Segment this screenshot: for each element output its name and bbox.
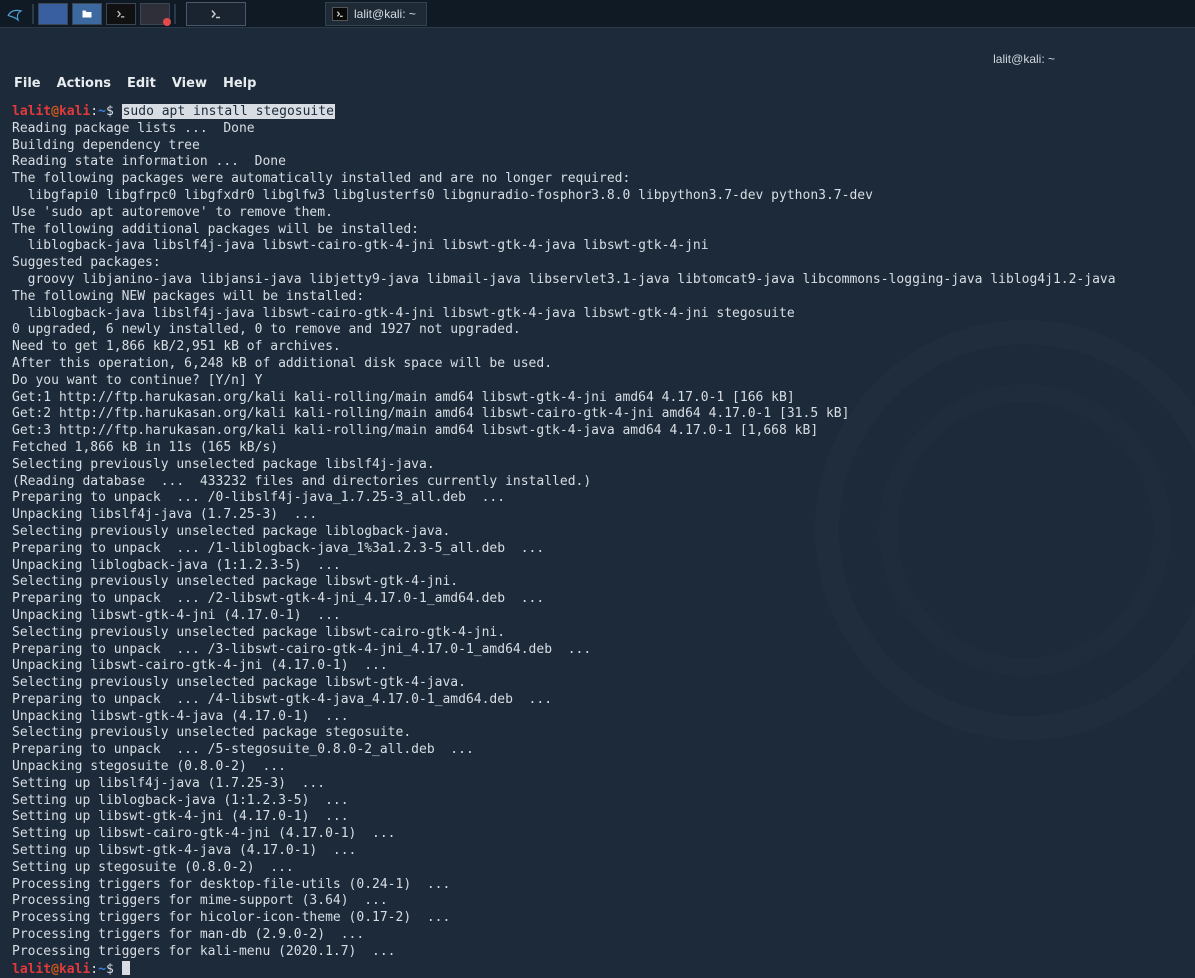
- panel-separator: [32, 4, 34, 24]
- prompt-at: @: [51, 104, 59, 119]
- entered-command: sudo apt install stegosuite: [122, 104, 335, 119]
- taskbar-item-workspace[interactable]: [140, 3, 170, 25]
- menu-help[interactable]: Help: [223, 76, 256, 91]
- prompt2-dollar: $: [106, 962, 114, 977]
- prompt2-sep: :: [90, 962, 98, 977]
- prompt2-path: ~: [98, 962, 106, 977]
- prompt-sep: :: [90, 104, 98, 119]
- prompt-user: lalit: [12, 104, 51, 119]
- kali-menu-icon[interactable]: [0, 0, 30, 28]
- taskbar-window-button[interactable]: lalit@kali: ~: [325, 2, 427, 26]
- menu-actions[interactable]: Actions: [57, 76, 111, 91]
- terminal-output: Reading package lists ... Done Building …: [12, 121, 1116, 959]
- panel-left-group: [0, 0, 250, 27]
- menu-file[interactable]: File: [14, 76, 41, 91]
- prompt-host: kali: [59, 104, 90, 119]
- prompt2-user: lalit: [12, 962, 51, 977]
- terminal-cursor: [122, 961, 130, 975]
- taskbar-window-label: lalit@kali: ~: [354, 7, 416, 21]
- menu-edit[interactable]: Edit: [127, 76, 156, 91]
- taskbar-active-terminal[interactable]: [186, 2, 246, 26]
- prompt2-at: @: [51, 962, 59, 977]
- terminal-viewport[interactable]: lalit@kali:~$ sudo apt install stegosuit…: [12, 104, 1183, 978]
- taskbar-item-terminal[interactable]: [106, 3, 136, 25]
- menu-view[interactable]: View: [172, 76, 207, 91]
- prompt2-host: kali: [59, 962, 90, 977]
- taskbar-item-1[interactable]: [38, 3, 68, 25]
- window-title: lalit@kali: ~: [993, 52, 1055, 66]
- prompt-dollar: $: [106, 104, 114, 119]
- terminal-icon: [332, 7, 348, 21]
- terminal-menubar: File Actions Edit View Help: [14, 76, 256, 91]
- panel-separator-2: [174, 4, 176, 24]
- prompt-path: ~: [98, 104, 106, 119]
- taskbar-item-files[interactable]: [72, 3, 102, 25]
- system-panel: lalit@kali: ~: [0, 0, 1195, 28]
